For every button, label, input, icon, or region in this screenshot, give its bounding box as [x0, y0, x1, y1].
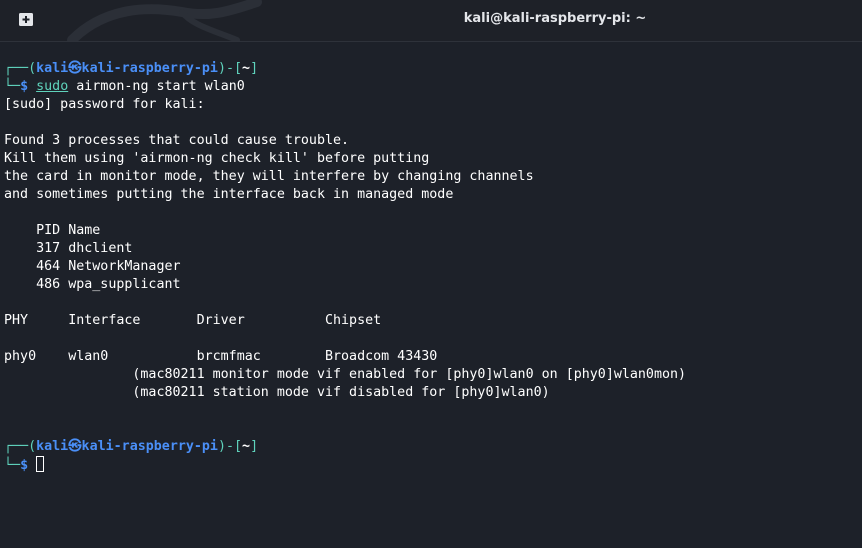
prompt-corner-top: ┌──(	[4, 439, 37, 454]
monitor-mode-note: (mac80211 monitor mode vif enabled for […	[4, 367, 687, 382]
output-line: Kill them using 'airmon-ng check kill' b…	[4, 151, 430, 166]
prompt-user: kali	[36, 439, 69, 454]
prompt-mid: )-[	[217, 61, 243, 76]
input-line[interactable]: └─$	[4, 456, 45, 474]
text-cursor	[36, 456, 45, 472]
prompt-close: ]	[250, 61, 259, 76]
prompt-dollar: $	[20, 79, 29, 94]
command-sudo: sudo	[36, 79, 69, 94]
process-row: 486 wpa_supplicant	[4, 277, 181, 292]
prompt-path: ~	[242, 61, 251, 76]
output-line: Found 3 processes that could cause troub…	[4, 133, 350, 148]
command-rest: airmon-ng start wlan0	[68, 79, 245, 94]
terminal-window: kali@kali-raspberry-pi: ~ ┌──(kali㉿kali-…	[0, 0, 862, 548]
station-mode-note: (mac80211 station mode vif disabled for …	[4, 385, 550, 400]
prompt-line-2: ┌──(kali㉿kali-raspberry-pi)-[~]	[4, 438, 258, 456]
interface-row: phy0 wlan0 brcmfmac Broadcom 43430	[4, 349, 438, 364]
prompt-at-symbol: ㉿	[68, 61, 82, 76]
interface-table-header: PHY Interface Driver Chipset	[4, 313, 382, 328]
prompt-corner-top: ┌──(	[4, 61, 37, 76]
prompt-user: kali	[36, 61, 69, 76]
prompt-host: kali-raspberry-pi	[81, 61, 218, 76]
process-row: 464 NetworkManager	[4, 259, 181, 274]
prompt-path: ~	[242, 439, 251, 454]
process-table-header: PID Name	[4, 223, 101, 238]
prompt-corner-bottom: └─	[4, 458, 21, 473]
window-title: kali@kali-raspberry-pi: ~	[463, 11, 647, 26]
terminal-content[interactable]: ┌──(kali㉿kali-raspberry-pi)-[~] └─$ sudo…	[0, 42, 862, 548]
process-row: 317 dhclient	[4, 241, 133, 256]
title-bar: kali@kali-raspberry-pi: ~	[0, 0, 862, 42]
prompt-at-symbol: ㉿	[68, 439, 82, 454]
prompt-dollar: $	[20, 458, 29, 473]
prompt-corner-bottom: └─	[4, 79, 21, 94]
prompt-host: kali-raspberry-pi	[81, 439, 218, 454]
prompt-close: ]	[250, 439, 259, 454]
output-line: [sudo] password for kali:	[4, 97, 205, 112]
output-line: the card in monitor mode, they will inte…	[4, 169, 534, 184]
command-line: └─$ sudo airmon-ng start wlan0	[4, 78, 245, 96]
prompt-mid: )-[	[217, 439, 243, 454]
output-line: and sometimes putting the interface back…	[4, 187, 454, 202]
prompt-line-1: ┌──(kali㉿kali-raspberry-pi)-[~]	[4, 60, 258, 78]
